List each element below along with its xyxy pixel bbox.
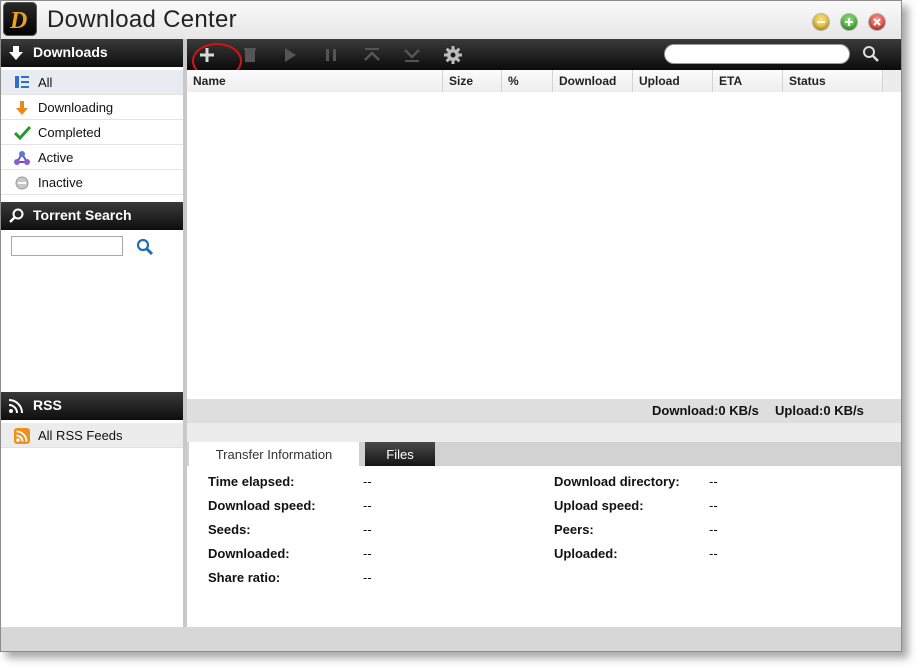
minimize-icon bbox=[817, 21, 825, 23]
sidebar-item-all[interactable]: All bbox=[1, 70, 183, 95]
transfer-details-panel: Time elapsed: -- Download speed: -- Seed… bbox=[187, 466, 901, 627]
tab-transfer-information[interactable]: Transfer Information bbox=[189, 442, 359, 466]
sidebar-item-downloading[interactable]: Downloading bbox=[1, 95, 183, 120]
table-header: Name Size % Download Upload ETA Status bbox=[187, 70, 883, 93]
pause-icon bbox=[326, 49, 336, 61]
svg-text:D: D bbox=[9, 8, 27, 33]
close-icon bbox=[873, 18, 881, 26]
download-arrow-icon bbox=[9, 46, 23, 60]
torrent-search-input[interactable] bbox=[11, 236, 123, 256]
sidebar-item-inactive[interactable]: Inactive bbox=[1, 170, 183, 195]
search-icon bbox=[9, 208, 24, 223]
peers-label: Peers: bbox=[554, 522, 594, 537]
sidebar-item-label: All bbox=[38, 75, 53, 90]
upload-speed-value: -- bbox=[709, 498, 718, 513]
sidebar-item-label: Active bbox=[38, 150, 74, 165]
column-header-name[interactable]: Name bbox=[187, 70, 443, 92]
tab-files[interactable]: Files bbox=[365, 442, 435, 466]
status-bar: Download:0 KB/s Upload:0 KB/s bbox=[187, 399, 901, 423]
rss-icon bbox=[8, 399, 23, 414]
active-nodes-icon bbox=[14, 151, 30, 165]
sidebar-item-active[interactable]: Active bbox=[1, 145, 183, 170]
seeds-value: -- bbox=[363, 522, 372, 537]
minimize-button[interactable] bbox=[813, 14, 829, 30]
rss-header-label: RSS bbox=[33, 397, 62, 413]
sidebar-item-label: Completed bbox=[38, 125, 101, 140]
share-ratio-label: Share ratio: bbox=[208, 570, 281, 585]
move-top-button[interactable] bbox=[362, 45, 382, 65]
search-icon[interactable] bbox=[136, 238, 154, 256]
download-speed-value: -- bbox=[363, 498, 372, 513]
pause-button[interactable] bbox=[321, 45, 341, 65]
downloaded-value: -- bbox=[363, 546, 372, 561]
sidebar: Downloads All Downloading Completed Acti… bbox=[1, 39, 187, 627]
downloads-header-label: Downloads bbox=[33, 44, 108, 60]
delete-button[interactable] bbox=[240, 45, 260, 65]
start-button[interactable] bbox=[280, 45, 300, 65]
share-ratio-value: -- bbox=[363, 570, 372, 585]
window-title: Download Center bbox=[47, 6, 237, 33]
checkmark-icon bbox=[14, 125, 32, 141]
play-icon bbox=[285, 48, 296, 62]
inactive-circle-icon bbox=[15, 176, 29, 190]
settings-button[interactable] bbox=[443, 45, 463, 65]
close-button[interactable] bbox=[869, 14, 885, 30]
download-center-window: D Download Center Downloads All Download… bbox=[0, 0, 902, 652]
title-bar: D Download Center bbox=[1, 1, 901, 39]
app-logo: D bbox=[3, 2, 37, 36]
torrent-search-section-header: Torrent Search bbox=[1, 202, 183, 230]
trash-icon bbox=[244, 48, 256, 62]
uploaded-value: -- bbox=[709, 546, 718, 561]
peers-value: -- bbox=[709, 522, 718, 537]
gear-icon bbox=[444, 46, 462, 64]
seeds-label: Seeds: bbox=[208, 522, 251, 537]
move-bottom-icon bbox=[404, 49, 420, 62]
column-header-status[interactable]: Status bbox=[783, 70, 883, 92]
toolbar bbox=[187, 39, 901, 79]
download-directory-value: -- bbox=[709, 474, 718, 489]
sidebar-item-label: Inactive bbox=[38, 175, 83, 190]
move-top-icon bbox=[364, 48, 380, 61]
maximize-icon bbox=[845, 18, 853, 26]
upload-speed-total: Upload:0 KB/s bbox=[775, 403, 864, 418]
upload-speed-label: Upload speed: bbox=[554, 498, 644, 513]
main-search-input[interactable] bbox=[664, 44, 850, 64]
time-elapsed-label: Time elapsed: bbox=[208, 474, 295, 489]
plus-icon bbox=[200, 48, 214, 62]
uploaded-label: Uploaded: bbox=[554, 546, 618, 561]
column-header-size[interactable]: Size bbox=[443, 70, 502, 92]
downloads-section-header: Downloads bbox=[1, 39, 183, 67]
column-header-percent[interactable]: % bbox=[502, 70, 553, 92]
add-button[interactable] bbox=[192, 43, 242, 79]
column-header-eta[interactable]: ETA bbox=[713, 70, 783, 92]
main-panel: Name Size % Download Upload ETA Status D… bbox=[187, 39, 901, 627]
sidebar-item-completed[interactable]: Completed bbox=[1, 120, 183, 145]
rss-section-header: RSS bbox=[1, 392, 183, 420]
details-tabs: Transfer Information Files bbox=[187, 442, 901, 466]
sidebar-item-all-rss-feeds[interactable]: All RSS Feeds bbox=[1, 423, 183, 448]
download-speed-label: Download speed: bbox=[208, 498, 316, 513]
search-icon[interactable] bbox=[862, 45, 880, 63]
downloaded-label: Downloaded: bbox=[208, 546, 290, 561]
time-elapsed-value: -- bbox=[363, 474, 372, 489]
sidebar-item-label: Downloading bbox=[38, 100, 114, 115]
rss-feed-icon bbox=[14, 428, 30, 444]
move-bottom-button[interactable] bbox=[402, 45, 422, 65]
bottom-status-strip bbox=[1, 627, 901, 651]
torrent-list[interactable] bbox=[187, 92, 901, 399]
sidebar-item-label: All RSS Feeds bbox=[38, 428, 123, 443]
maximize-button[interactable] bbox=[841, 14, 857, 30]
column-header-download[interactable]: Download bbox=[553, 70, 633, 92]
download-directory-label: Download directory: bbox=[554, 474, 680, 489]
torrent-search-header-label: Torrent Search bbox=[33, 207, 132, 223]
list-icon bbox=[15, 76, 29, 88]
column-header-upload[interactable]: Upload bbox=[633, 70, 713, 92]
download-speed-total: Download:0 KB/s bbox=[652, 403, 759, 418]
download-arrow-icon bbox=[16, 101, 28, 115]
